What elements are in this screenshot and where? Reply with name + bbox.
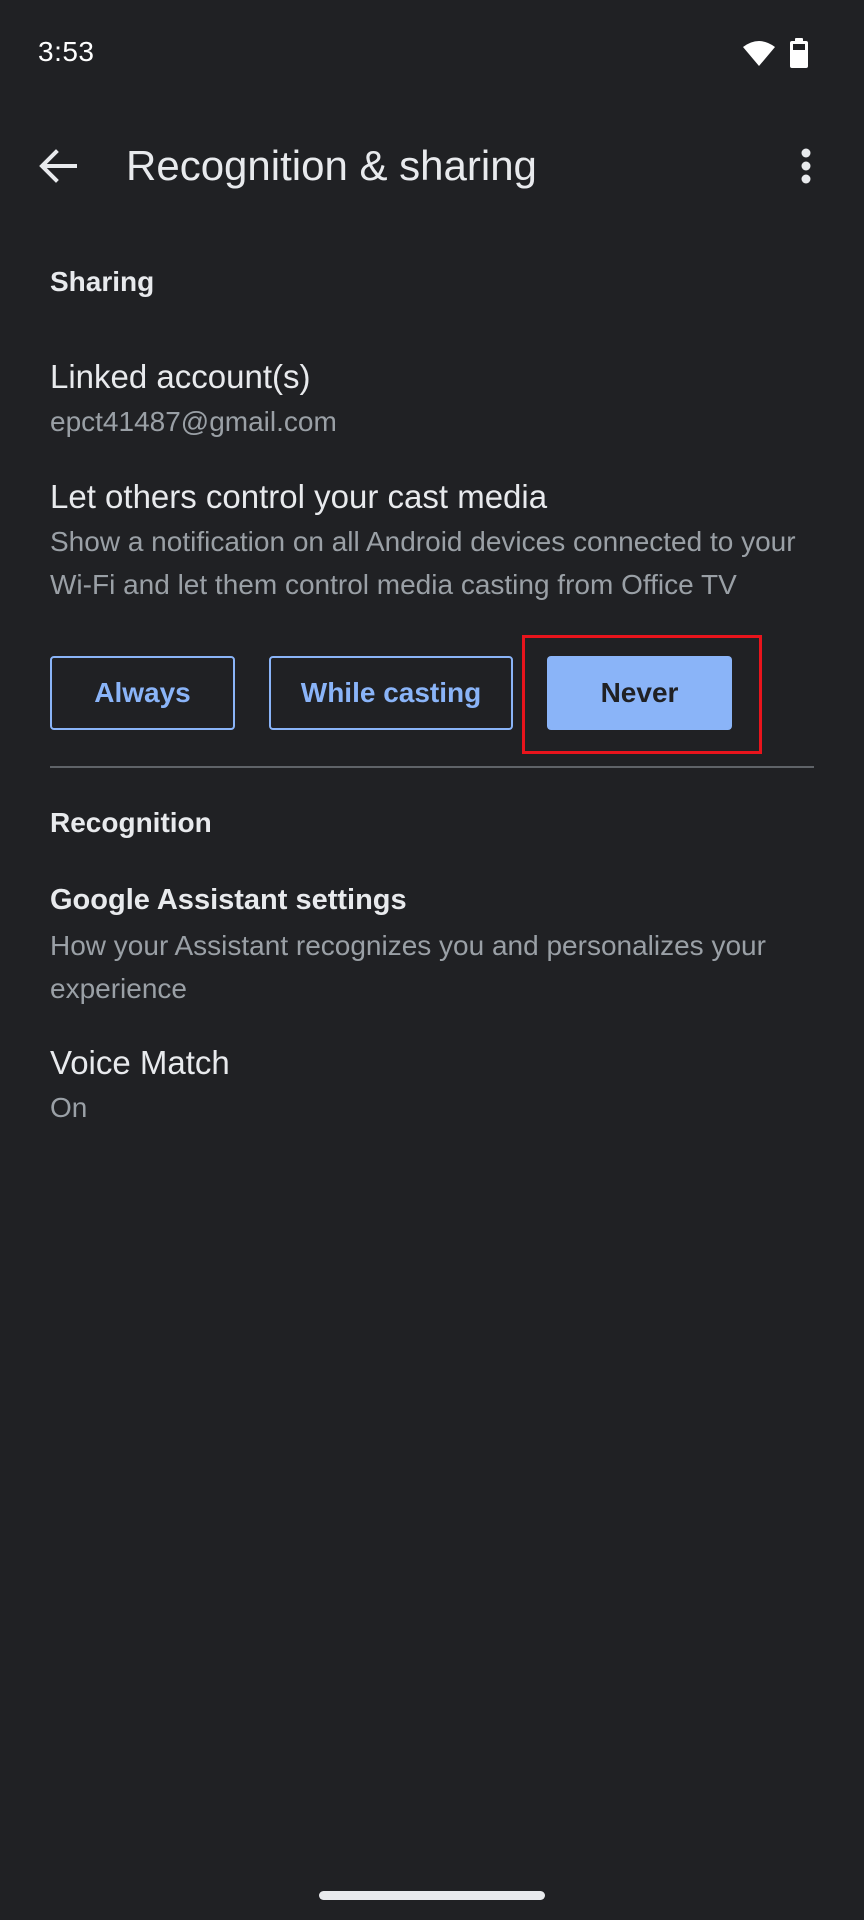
- cast-control-title: Let others control your cast media: [50, 478, 548, 515]
- status-bar: 3:53: [0, 0, 864, 110]
- assistant-settings-title: Google Assistant settings: [50, 884, 407, 916]
- section-header-recognition: Recognition: [50, 807, 212, 838]
- voice-match-status: On: [50, 1092, 88, 1123]
- highlight-annotation-box: [522, 635, 762, 754]
- back-button[interactable]: [28, 138, 88, 198]
- more-options-button[interactable]: [776, 138, 836, 198]
- cast-control-summary: Show a notification on all Android devic…: [50, 526, 796, 600]
- navigation-handle[interactable]: [319, 1891, 545, 1900]
- section-header-sharing: Sharing: [50, 266, 155, 297]
- battery-icon: [790, 38, 808, 73]
- assistant-settings-summary: How your Assistant recognizes you and pe…: [50, 930, 766, 1004]
- divider: [50, 766, 814, 768]
- linked-accounts-title: Linked account(s): [50, 358, 311, 395]
- app-bar: Recognition & sharing: [0, 110, 864, 225]
- more-vert-icon: [800, 148, 812, 189]
- while-casting-button[interactable]: While casting: [269, 656, 513, 730]
- page-title: Recognition & sharing: [126, 142, 537, 189]
- wifi-icon: [742, 39, 776, 72]
- voice-match-title: Voice Match: [50, 1044, 230, 1081]
- status-icons: [742, 38, 808, 73]
- status-time: 3:53: [38, 36, 95, 67]
- always-button[interactable]: Always: [50, 656, 235, 730]
- arrow-back-icon: [39, 148, 77, 188]
- linked-accounts-email: epct41487@gmail.com: [50, 406, 337, 437]
